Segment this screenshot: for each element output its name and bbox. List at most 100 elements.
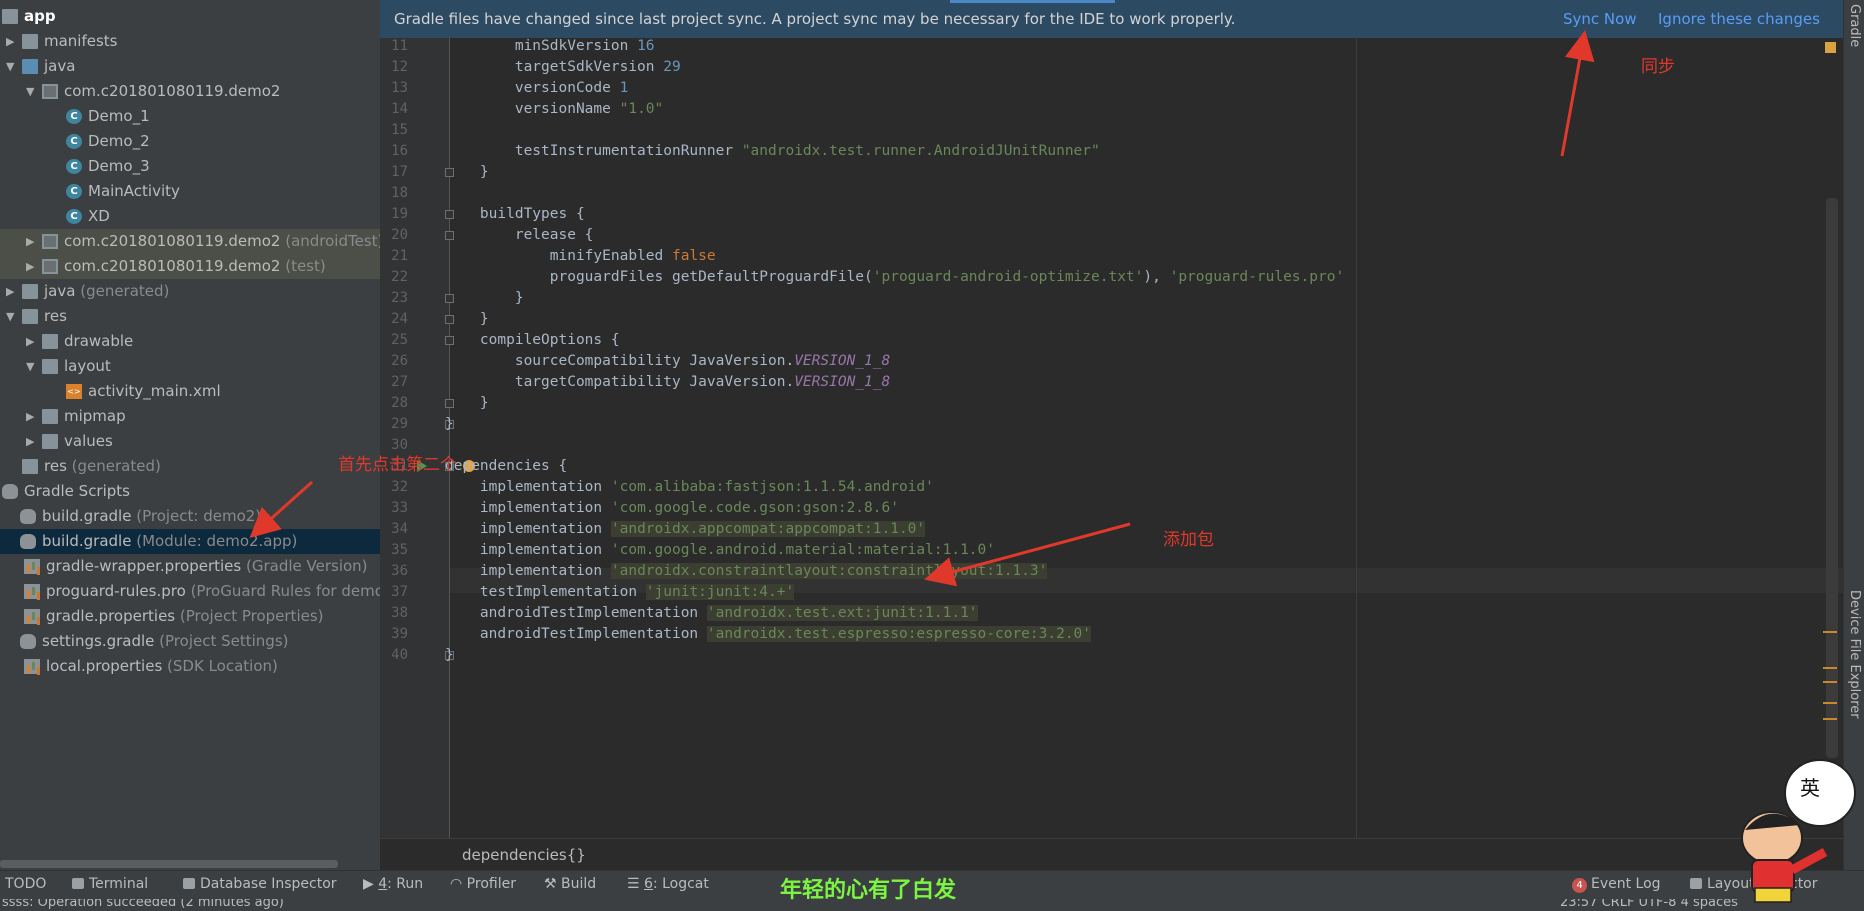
tree-row[interactable]: ▶ com.c201801080119.demo2 (androidTest) [0,229,380,254]
code-line[interactable]: 32 implementation 'com.alibaba:fastjson:… [380,477,1840,498]
profiler-tab[interactable]: ◠ Profiler [450,876,516,892]
tree-item-label: Demo_1 [88,107,150,125]
event-log-tab[interactable]: 4 Event Log [1572,876,1661,893]
code-line[interactable]: 24 } [380,309,1840,330]
tree-row[interactable]: ▼ layout [0,354,380,379]
tree-row[interactable]: C Demo_1 [0,104,380,129]
line-number: 38 [391,605,408,621]
code-line[interactable]: 22 proguardFiles getDefaultProguardFile(… [380,267,1840,288]
collapse-arrow-icon[interactable]: ▶ [26,229,36,254]
code-line[interactable]: 14 versionName "1.0" [380,99,1840,120]
code-line[interactable]: 26 sourceCompatibility JavaVersion.VERSI… [380,351,1840,372]
todo-tab[interactable]: TODO [5,876,46,892]
tree-row[interactable]: ▶ com.c201801080119.demo2 (test) [0,254,380,279]
error-stripe-mark[interactable] [1823,702,1837,704]
layout-label: Layout [1707,876,1755,892]
tree-horizontal-scrollbar[interactable] [0,860,338,868]
code-line[interactable]: 33 implementation 'com.google.code.gson:… [380,498,1840,519]
terminal-tab[interactable]: Terminal [72,876,148,892]
tree-row[interactable]: <> activity_main.xml [0,379,380,404]
tree-row[interactable]: ▼ res [0,304,380,329]
tree-row[interactable]: ▶ values [0,429,380,454]
tree-row[interactable]: build.gradle (Project: demo2) [0,504,380,529]
line-number: 14 [391,101,408,117]
code-line[interactable]: 30 [380,435,1840,456]
code-line[interactable]: 25 compileOptions { [380,330,1840,351]
tree-row[interactable]: ▼ com.c201801080119.demo2 [0,79,380,104]
collapse-arrow-icon[interactable]: ▶ [26,329,36,354]
gradle-tool-tab[interactable]: Gradle [1847,4,1862,47]
code-line[interactable]: 27 targetCompatibility JavaVersion.VERSI… [380,372,1840,393]
code-line[interactable]: 12 targetSdkVersion 29 [380,57,1840,78]
tree-row[interactable]: build.gradle (Module: demo2.app) [0,529,380,554]
tree-row[interactable]: C Demo_3 [0,154,380,179]
database-icon [183,878,195,889]
code-line[interactable]: 11 minSdkVersion 16 [380,36,1840,57]
code-line[interactable]: 28 } [380,393,1840,414]
tree-item-label: values [64,432,113,450]
collapse-arrow-icon[interactable]: ▶ [26,429,36,454]
tree-row[interactable]: app [0,4,380,29]
code-line[interactable]: 38 androidTestImplementation 'androidx.t… [380,603,1840,624]
code-line[interactable]: 18 [380,183,1840,204]
tree-row[interactable]: local.properties (SDK Location) [0,654,380,679]
tree-row[interactable]: ▶ manifests [0,29,380,54]
collapse-arrow-icon[interactable]: ▶ [26,404,36,429]
code-line[interactable]: 21 minifyEnabled false [380,246,1840,267]
code-line[interactable]: 23 } [380,288,1840,309]
tree-row[interactable]: ▶ drawable [0,329,380,354]
breadcrumb-item[interactable]: dependencies{} [462,846,586,864]
collapse-arrow-icon[interactable]: ▶ [6,29,16,54]
code-line[interactable]: 29} [380,414,1840,435]
tree-row[interactable]: C MainActivity [0,179,380,204]
expand-arrow-icon[interactable]: ▼ [6,304,16,329]
code-editor[interactable]: 11 minSdkVersion 16 12 targetSdkVersion 2… [380,38,1843,838]
code-line[interactable]: 13 versionCode 1 [380,78,1840,99]
tree-row[interactable]: C Demo_2 [0,129,380,154]
error-stripe-mark[interactable] [1823,681,1837,683]
sync-now-link[interactable]: Sync Now [1563,10,1637,28]
tree-item-label: XD [88,207,110,225]
code-text: versionName "1.0" [445,101,664,117]
code-line[interactable]: 39 androidTestImplementation 'androidx.t… [380,624,1840,645]
expand-arrow-icon[interactable]: ▼ [6,54,16,79]
tree-row[interactable]: gradle-wrapper.properties (Gradle Versio… [0,554,380,579]
run-tab[interactable]: ▶ 4: Run [363,876,423,892]
expand-arrow-icon[interactable]: ▼ [26,354,36,379]
code-line[interactable]: 17 } [380,162,1840,183]
expand-arrow-icon[interactable]: ▼ [26,79,36,104]
database-inspector-tab[interactable]: Database Inspector [183,876,337,892]
tree-row[interactable]: res (generated) [0,454,380,479]
logcat-number: 6 [644,876,653,892]
build-tab[interactable]: ⚒ Build [544,876,596,892]
tree-row[interactable]: proguard-rules.pro (ProGuard Rules for d… [0,579,380,604]
tree-row[interactable]: ▼Gradle Scripts [0,479,380,504]
code-line[interactable]: 19 buildTypes { [380,204,1840,225]
code-line[interactable]: 37 testImplementation 'junit:junit:4.+' [380,582,1840,603]
ignore-changes-link[interactable]: Ignore these changes [1658,10,1820,28]
code-line[interactable]: 15 [380,120,1840,141]
logcat-tab[interactable]: ☰ 6: Logcat [627,876,709,892]
code-line[interactable]: 35 implementation 'com.google.android.ma… [380,540,1840,561]
code-line[interactable]: 16 testInstrumentationRunner "androidx.t… [380,141,1840,162]
code-line[interactable]: 31 dependencies { [380,456,1840,477]
code-line[interactable]: 20 release { [380,225,1840,246]
tree-row[interactable]: C XD [0,204,380,229]
layout-inspector-tab[interactable]: Layout [1690,876,1755,892]
collapse-arrow-icon[interactable]: ▶ [6,279,16,304]
annotation-click-second: 首先点击第二个 [338,455,457,475]
error-stripe-mark[interactable] [1823,667,1837,669]
code-line[interactable]: 36 implementation 'androidx.constraintla… [380,561,1840,582]
tree-row[interactable]: gradle.properties (Project Properties) [0,604,380,629]
line-number: 24 [391,311,408,327]
device-file-explorer-tab[interactable]: Device File Explorer [1847,590,1862,719]
tree-row[interactable]: settings.gradle (Project Settings) [0,629,380,654]
tree-row[interactable]: ▶ java (generated) [0,279,380,304]
tree-row[interactable]: ▶ mipmap [0,404,380,429]
error-stripe-mark[interactable] [1823,718,1837,720]
collapse-arrow-icon[interactable]: ▶ [26,254,36,279]
code-line[interactable]: 40} [380,645,1840,666]
code-line[interactable]: 34 implementation 'androidx.appcompat:ap… [380,519,1840,540]
line-number: 32 [391,479,408,495]
tree-row[interactable]: ▼ java [0,54,380,79]
